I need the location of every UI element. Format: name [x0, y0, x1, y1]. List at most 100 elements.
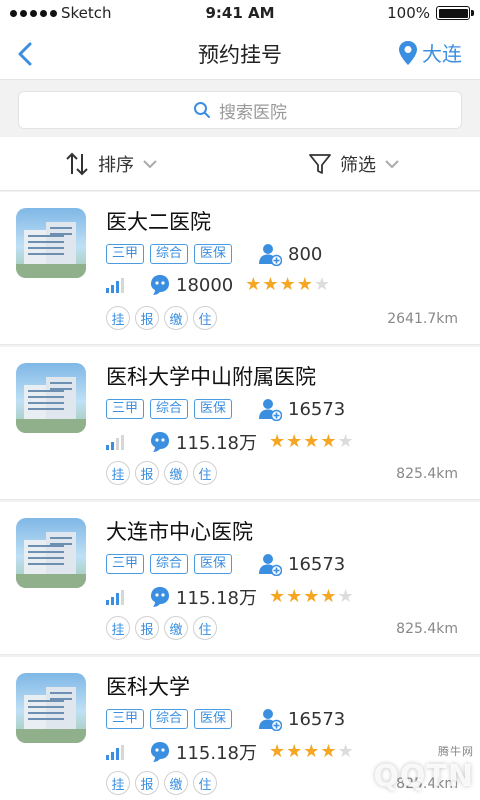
service-badge[interactable]: 缴: [164, 461, 188, 485]
service-badge[interactable]: 报: [135, 306, 159, 330]
rating-star-icon: ★: [286, 586, 303, 607]
hospital-card[interactable]: 医科大学中山附属医院 三甲 综合 医保 16573 115.18万 ★ ★ ★ ★ ★ 挂报…: [0, 347, 480, 500]
hospital-card[interactable]: 大连市中心医院 三甲 综合 医保 16573 115.18万 ★ ★ ★ ★ ★ 挂报缴住 …: [0, 502, 480, 655]
user-add-icon: [259, 709, 282, 731]
user-count-value: 16573: [288, 553, 346, 575]
sort-filter-bar: 排序 筛选: [0, 137, 480, 191]
user-count-value: 16573: [288, 398, 346, 420]
sort-label: 排序: [98, 155, 134, 176]
rating-star-icon: ★: [320, 431, 337, 452]
signal-strength-icon: [106, 277, 136, 293]
rating-star-icon: ★: [296, 274, 313, 295]
rating-star-icon: ★: [337, 586, 354, 607]
signal-strength-icon: [106, 434, 136, 450]
chevron-down-icon: [385, 160, 399, 169]
stats-row: 115.18万 ★ ★ ★ ★ ★: [106, 429, 354, 455]
location-selector[interactable]: 大连: [398, 38, 462, 67]
hospital-card[interactable]: 医大二医院 三甲 综合 医保 800 18000 ★ ★ ★ ★ ★ 挂报缴住 2641.7…: [0, 192, 480, 345]
service-badge[interactable]: 挂: [106, 616, 130, 640]
signal-strength-icon: [106, 589, 136, 605]
nav-bar: 预约挂号 大连: [0, 28, 480, 80]
rating-stars: ★ ★ ★ ★ ★: [245, 276, 330, 294]
filter-button[interactable]: 筛选: [308, 151, 400, 177]
hospital-name: 医大二医院: [106, 210, 211, 234]
service-badge[interactable]: 报: [135, 771, 159, 795]
rating-star-icon: ★: [268, 431, 286, 452]
hospital-tags: 三甲 综合 医保: [106, 554, 233, 574]
hospital-tag: 综合: [150, 709, 189, 729]
hospital-tags: 三甲 综合 医保: [106, 399, 233, 419]
distance: 2641.7km: [387, 311, 458, 327]
consult-count: 115.18万: [176, 433, 257, 454]
location-label: 大连: [422, 42, 462, 66]
service-badge[interactable]: 缴: [164, 771, 188, 795]
hospital-tag: 综合: [150, 554, 189, 574]
user-count-value: 16573: [288, 708, 346, 730]
hospital-thumbnail: [16, 208, 86, 278]
hospital-thumbnail: [16, 518, 86, 588]
search-placeholder: 搜索医院: [219, 102, 287, 123]
sort-arrows-icon: [66, 152, 88, 176]
rating-star-icon: ★: [303, 431, 320, 452]
consult-icon: [151, 742, 169, 762]
hospital-tag: 医保: [194, 399, 233, 419]
distance: 825.4km: [396, 621, 458, 637]
service-badge[interactable]: 缴: [164, 616, 188, 640]
service-badges: 挂报缴住: [106, 771, 217, 795]
user-count: 16573: [258, 707, 345, 731]
service-badges: 挂报缴住: [106, 306, 217, 330]
hospital-tag: 医保: [194, 554, 233, 574]
hospital-thumbnail: [16, 673, 86, 743]
service-badge[interactable]: 缴: [164, 306, 188, 330]
user-count: 16573: [258, 397, 345, 421]
hospital-tag: 综合: [150, 244, 189, 264]
consult-icon: [151, 432, 169, 452]
battery-group: 100%: [387, 4, 474, 22]
hospital-thumbnail: [16, 363, 86, 433]
service-badge[interactable]: 报: [135, 616, 159, 640]
user-add-icon: [259, 554, 282, 576]
service-badge[interactable]: 住: [193, 461, 217, 485]
service-badge[interactable]: 住: [193, 771, 217, 795]
hospital-tags: 三甲 综合 医保: [106, 244, 233, 264]
service-badges: 挂报缴住: [106, 616, 217, 640]
consult-count: 115.18万: [176, 588, 257, 609]
hospital-tag: 三甲: [106, 554, 145, 574]
user-add-icon: [259, 399, 282, 421]
rating-stars: ★ ★ ★ ★ ★: [269, 433, 354, 451]
service-badge[interactable]: 挂: [106, 461, 130, 485]
hospital-tag: 综合: [150, 399, 189, 419]
hospital-tag: 三甲: [106, 244, 145, 264]
rating-star-icon: ★: [337, 741, 354, 762]
hospital-tag: 医保: [194, 244, 233, 264]
service-badges: 挂报缴住: [106, 461, 217, 485]
user-count-value: 800: [288, 243, 323, 265]
sort-button[interactable]: 排序: [64, 151, 158, 177]
rating-stars: ★ ★ ★ ★ ★: [269, 588, 354, 606]
rating-star-icon: ★: [320, 586, 337, 607]
filter-funnel-icon: [309, 154, 331, 174]
rating-stars: ★ ★ ★ ★ ★: [269, 743, 354, 761]
rating-star-icon: ★: [245, 274, 262, 295]
rating-star-icon: ★: [279, 274, 296, 295]
search-area: 搜索医院: [0, 81, 480, 137]
service-badge[interactable]: 报: [135, 461, 159, 485]
watermark-sub: 腾牛网: [438, 745, 474, 758]
search-input[interactable]: 搜索医院: [18, 91, 462, 129]
user-count: 800: [258, 242, 322, 266]
user-add-icon: [259, 244, 282, 266]
hospital-name: 医科大学中山附属医院: [106, 365, 316, 389]
hospital-list: 医大二医院 三甲 综合 医保 800 18000 ★ ★ ★ ★ ★ 挂报缴住 2641.7…: [0, 192, 480, 800]
service-badge[interactable]: 挂: [106, 771, 130, 795]
service-badge[interactable]: 住: [193, 616, 217, 640]
rating-star-icon: ★: [337, 431, 354, 452]
service-badge[interactable]: 挂: [106, 306, 130, 330]
rating-star-icon: ★: [286, 741, 303, 762]
service-badge[interactable]: 住: [193, 306, 217, 330]
rating-star-icon: ★: [313, 274, 330, 295]
consult-count: 115.18万: [176, 743, 257, 764]
consult-icon: [151, 275, 169, 295]
rating-star-icon: ★: [286, 431, 303, 452]
hospital-name: 医科大学: [106, 675, 190, 699]
hospital-name: 大连市中心医院: [106, 520, 253, 544]
